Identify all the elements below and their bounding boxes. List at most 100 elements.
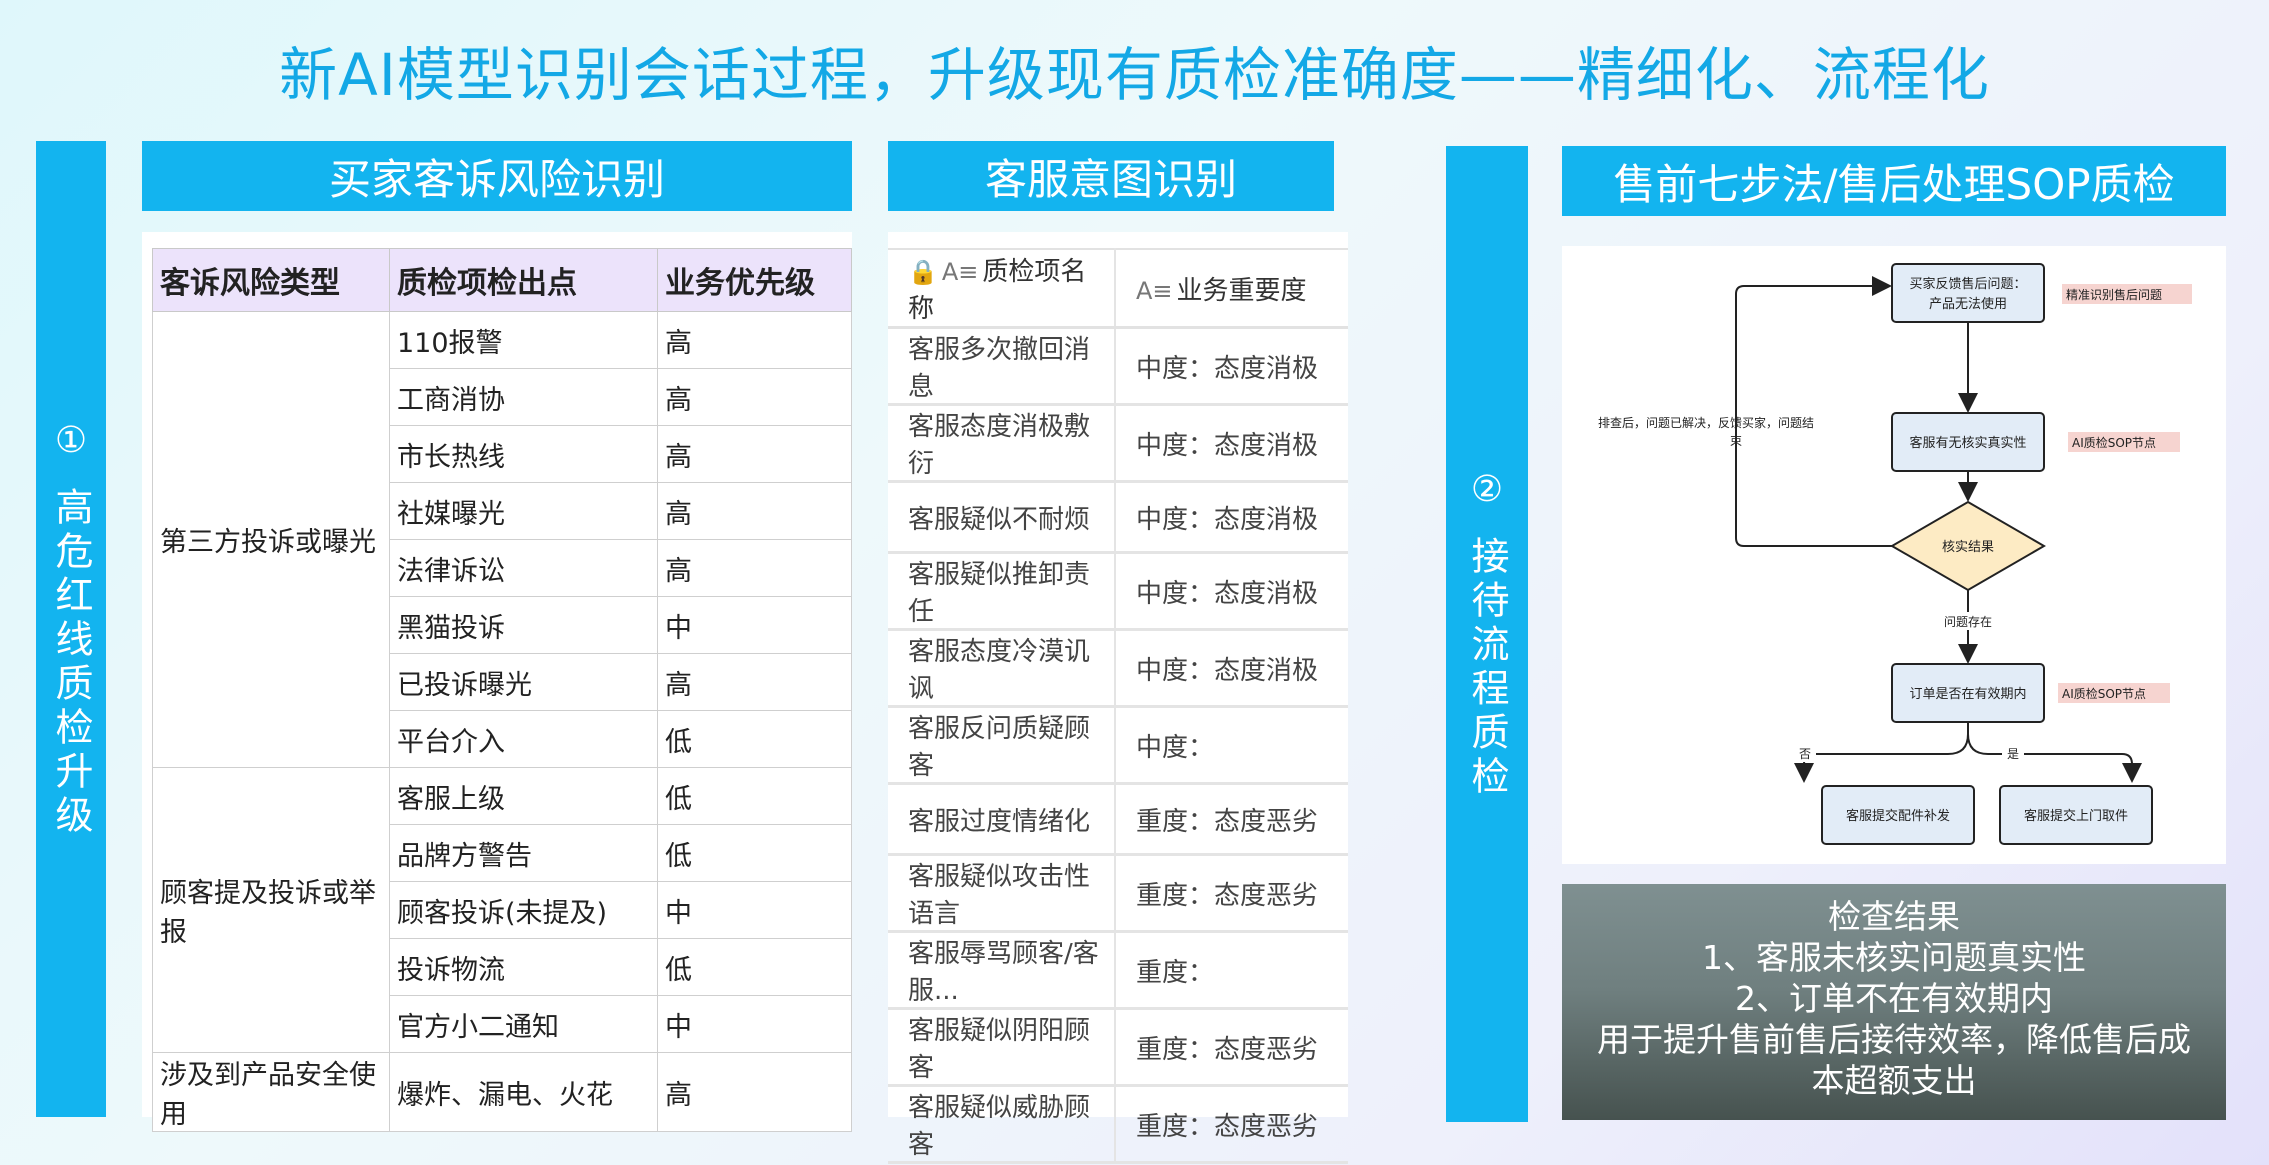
- check-point-cell: 黑猫投诉: [389, 596, 658, 654]
- intent-header: 客服意图识别: [888, 141, 1334, 211]
- item-name-cell: 客服辱骂顾客/客服...: [888, 931, 1116, 1010]
- importance-cell: 重度：态度恶劣: [1115, 854, 1348, 933]
- priority-cell: 中: [657, 596, 852, 654]
- check-point-cell: 法律诉讼: [389, 539, 658, 597]
- importance-cell: 中度：态度消极: [1115, 327, 1348, 406]
- section-2-number: ②: [1470, 468, 1504, 510]
- col-item-name: 🔒 A≡ 质检项名称: [888, 248, 1116, 329]
- flow-branch-no: [1794, 722, 1969, 783]
- lock-icon: 🔒: [908, 258, 938, 286]
- item-name-cell: 客服态度消极敷衍: [888, 404, 1116, 483]
- importance-cell: 中度：: [1115, 706, 1348, 785]
- sop-flowchart: 买家反馈售后问题： 产品无法使用 精准识别售后问题 客服有无核实真实性 AI质检…: [1598, 263, 2192, 845]
- table-row: 客服态度冷漠讥讽 中度：态度消极: [888, 629, 1348, 708]
- flow-exists-label: 问题存在: [1944, 615, 1992, 629]
- priority-cell: 低: [657, 710, 852, 768]
- result-title: 检查结果: [1828, 897, 1960, 936]
- priority-cell: 高: [657, 311, 852, 369]
- complaint-table-header: 客诉风险类型 质检项检出点 业务优先级: [152, 248, 852, 312]
- check-point-cell: 爆炸、漏电、火花: [389, 1052, 658, 1132]
- flow-start-node: [1891, 263, 2045, 323]
- item-name-cell: 客服疑似阴阳顾客: [888, 1008, 1116, 1087]
- item-name-cell: 客服过度情绪化: [888, 783, 1116, 856]
- priority-cell: 低: [657, 938, 852, 996]
- importance-cell: 重度：态度恶劣: [1115, 1008, 1348, 1087]
- item-name-cell: 客服疑似攻击性语言: [888, 854, 1116, 933]
- result-line-4: 本超额支出: [1811, 1061, 1977, 1100]
- flow-loop-line1: 排查后，问题已解决，反馈买家，问题结: [1598, 415, 1814, 430]
- priority-cell: 高: [657, 482, 852, 540]
- intent-table: 🔒 A≡ 质检项名称 A≡ 业务重要度 客服多次撤回消息 中度：态度消极 客服态度消极敷…: [888, 248, 1348, 1164]
- col-importance-label: 业务重要度: [1176, 275, 1307, 306]
- result-line-2: 2、订单不在有效期内: [1735, 979, 2053, 1018]
- check-point-cell: 品牌方警告: [389, 824, 658, 882]
- col-priority: 业务优先级: [657, 248, 852, 312]
- flow-loop-line2: 束: [1730, 434, 1742, 448]
- table-row: 客服疑似不耐烦 中度：态度消极: [888, 481, 1348, 554]
- risk-type-cell: 涉及到产品安全使用: [152, 1052, 390, 1132]
- priority-cell: 高: [657, 368, 852, 426]
- check-point-cell: 客服上级: [389, 767, 658, 825]
- check-point-cell: 投诉物流: [389, 938, 658, 996]
- section-1-bar: ① 高危红线质检升级: [36, 141, 106, 1117]
- section-1-number: ①: [54, 419, 88, 461]
- table-row: 客服疑似阴阳顾客 重度：态度恶劣: [888, 1008, 1348, 1087]
- col-risk-type: 客诉风险类型: [152, 248, 390, 312]
- priority-cell: 高: [657, 1052, 852, 1132]
- tag-precise: 精准识别售后问题: [2066, 287, 2162, 302]
- table-row: 客服反问质疑顾客 中度：: [888, 706, 1348, 785]
- check-point-cell: 110报警: [389, 311, 658, 369]
- text-field-icon: A≡: [941, 258, 979, 286]
- importance-cell: 中度：态度消极: [1115, 629, 1348, 708]
- check-point-cell: 平台介入: [389, 710, 658, 768]
- importance-cell: 中度：态度消极: [1115, 481, 1348, 554]
- col-importance: A≡ 业务重要度: [1115, 248, 1348, 329]
- priority-cell: 中: [657, 881, 852, 939]
- priority-cell: 高: [657, 539, 852, 597]
- table-row: 客服疑似推卸责任 中度：态度消极: [888, 552, 1348, 631]
- priority-cell: 高: [657, 653, 852, 711]
- flow-start-line1: 买家反馈售后问题：: [1909, 276, 2026, 292]
- flow-no-label: 否: [1799, 747, 1811, 761]
- item-name-cell: 客服反问质疑顾客: [888, 706, 1116, 785]
- page-title: 新AI模型识别会话过程，升级现有质检准确度——精细化、流程化: [279, 41, 1990, 109]
- section-2-bar: ② 接待流程质检: [1446, 146, 1528, 1122]
- flow-right-out-text: 客服提交上门取件: [2024, 808, 2128, 824]
- flow-order-text: 订单是否在有效期内: [1909, 686, 2026, 702]
- complaint-table: 客诉风险类型 质检项检出点 业务优先级 第三方投诉或曝光 110报警高 工商消协高…: [152, 248, 852, 1132]
- flow-left-out-text: 客服提交配件补发: [1846, 808, 1950, 824]
- col-check-point: 质检项检出点: [389, 248, 658, 312]
- check-result-box: 检查结果 1、客服未核实问题真实性 2、订单不在有效期内 用于提升售前售后接待效…: [1562, 884, 2226, 1120]
- table-row: 第三方投诉或曝光 110报警高: [152, 311, 852, 768]
- check-point-cell: 市长热线: [389, 425, 658, 483]
- table-row: 客服态度消极敷衍 中度：态度消极: [888, 404, 1348, 483]
- section-2-label: 接待流程质检: [1465, 535, 1509, 800]
- check-point-cell: 已投诉曝光: [389, 653, 658, 711]
- intent-table-header: 🔒 A≡ 质检项名称 A≡ 业务重要度: [888, 248, 1348, 329]
- item-name-cell: 客服疑似不耐烦: [888, 481, 1116, 554]
- result-line-1: 1、客服未核实问题真实性: [1702, 938, 2086, 977]
- sop-header: 售前七步法/售后处理SOP质检: [1562, 146, 2226, 216]
- table-row: 涉及到产品安全使用 爆炸、漏电、火花高: [152, 1052, 852, 1132]
- result-line-3: 用于提升售前售后接待效率，降低售后成: [1597, 1020, 2191, 1059]
- section-1-label: 高危红线质检升级: [49, 486, 93, 839]
- item-name-cell: 客服疑似威胁顾客: [888, 1085, 1116, 1164]
- tag-sop2: AI质检SOP节点: [2062, 686, 2146, 701]
- risk-type-cell: 第三方投诉或曝光: [152, 311, 390, 768]
- table-row: 客服辱骂顾客/客服... 重度：: [888, 931, 1348, 1010]
- flow-start-line2: 产品无法使用: [1929, 296, 2007, 312]
- item-name-cell: 客服态度冷漠讥讽: [888, 629, 1116, 708]
- tag-sop1: AI质检SOP节点: [2072, 435, 2156, 450]
- flow-decision-text: 核实结果: [1942, 540, 1994, 555]
- importance-cell: 重度：: [1115, 931, 1348, 1010]
- importance-cell: 中度：态度消极: [1115, 552, 1348, 631]
- priority-cell: 低: [657, 824, 852, 882]
- table-row: 顾客提及投诉或举报 客服上级低: [152, 767, 852, 1053]
- check-point-cell: 顾客投诉(未提及): [389, 881, 658, 939]
- importance-cell: 中度：态度消极: [1115, 404, 1348, 483]
- priority-cell: 高: [657, 425, 852, 483]
- check-point-cell: 工商消协: [389, 368, 658, 426]
- check-point-cell: 官方小二通知: [389, 995, 658, 1053]
- sop-flowchart-panel: 买家反馈售后问题： 产品无法使用 精准识别售后问题 客服有无核实真实性 AI质检…: [1562, 246, 2226, 864]
- check-point-cell: 社媒曝光: [389, 482, 658, 540]
